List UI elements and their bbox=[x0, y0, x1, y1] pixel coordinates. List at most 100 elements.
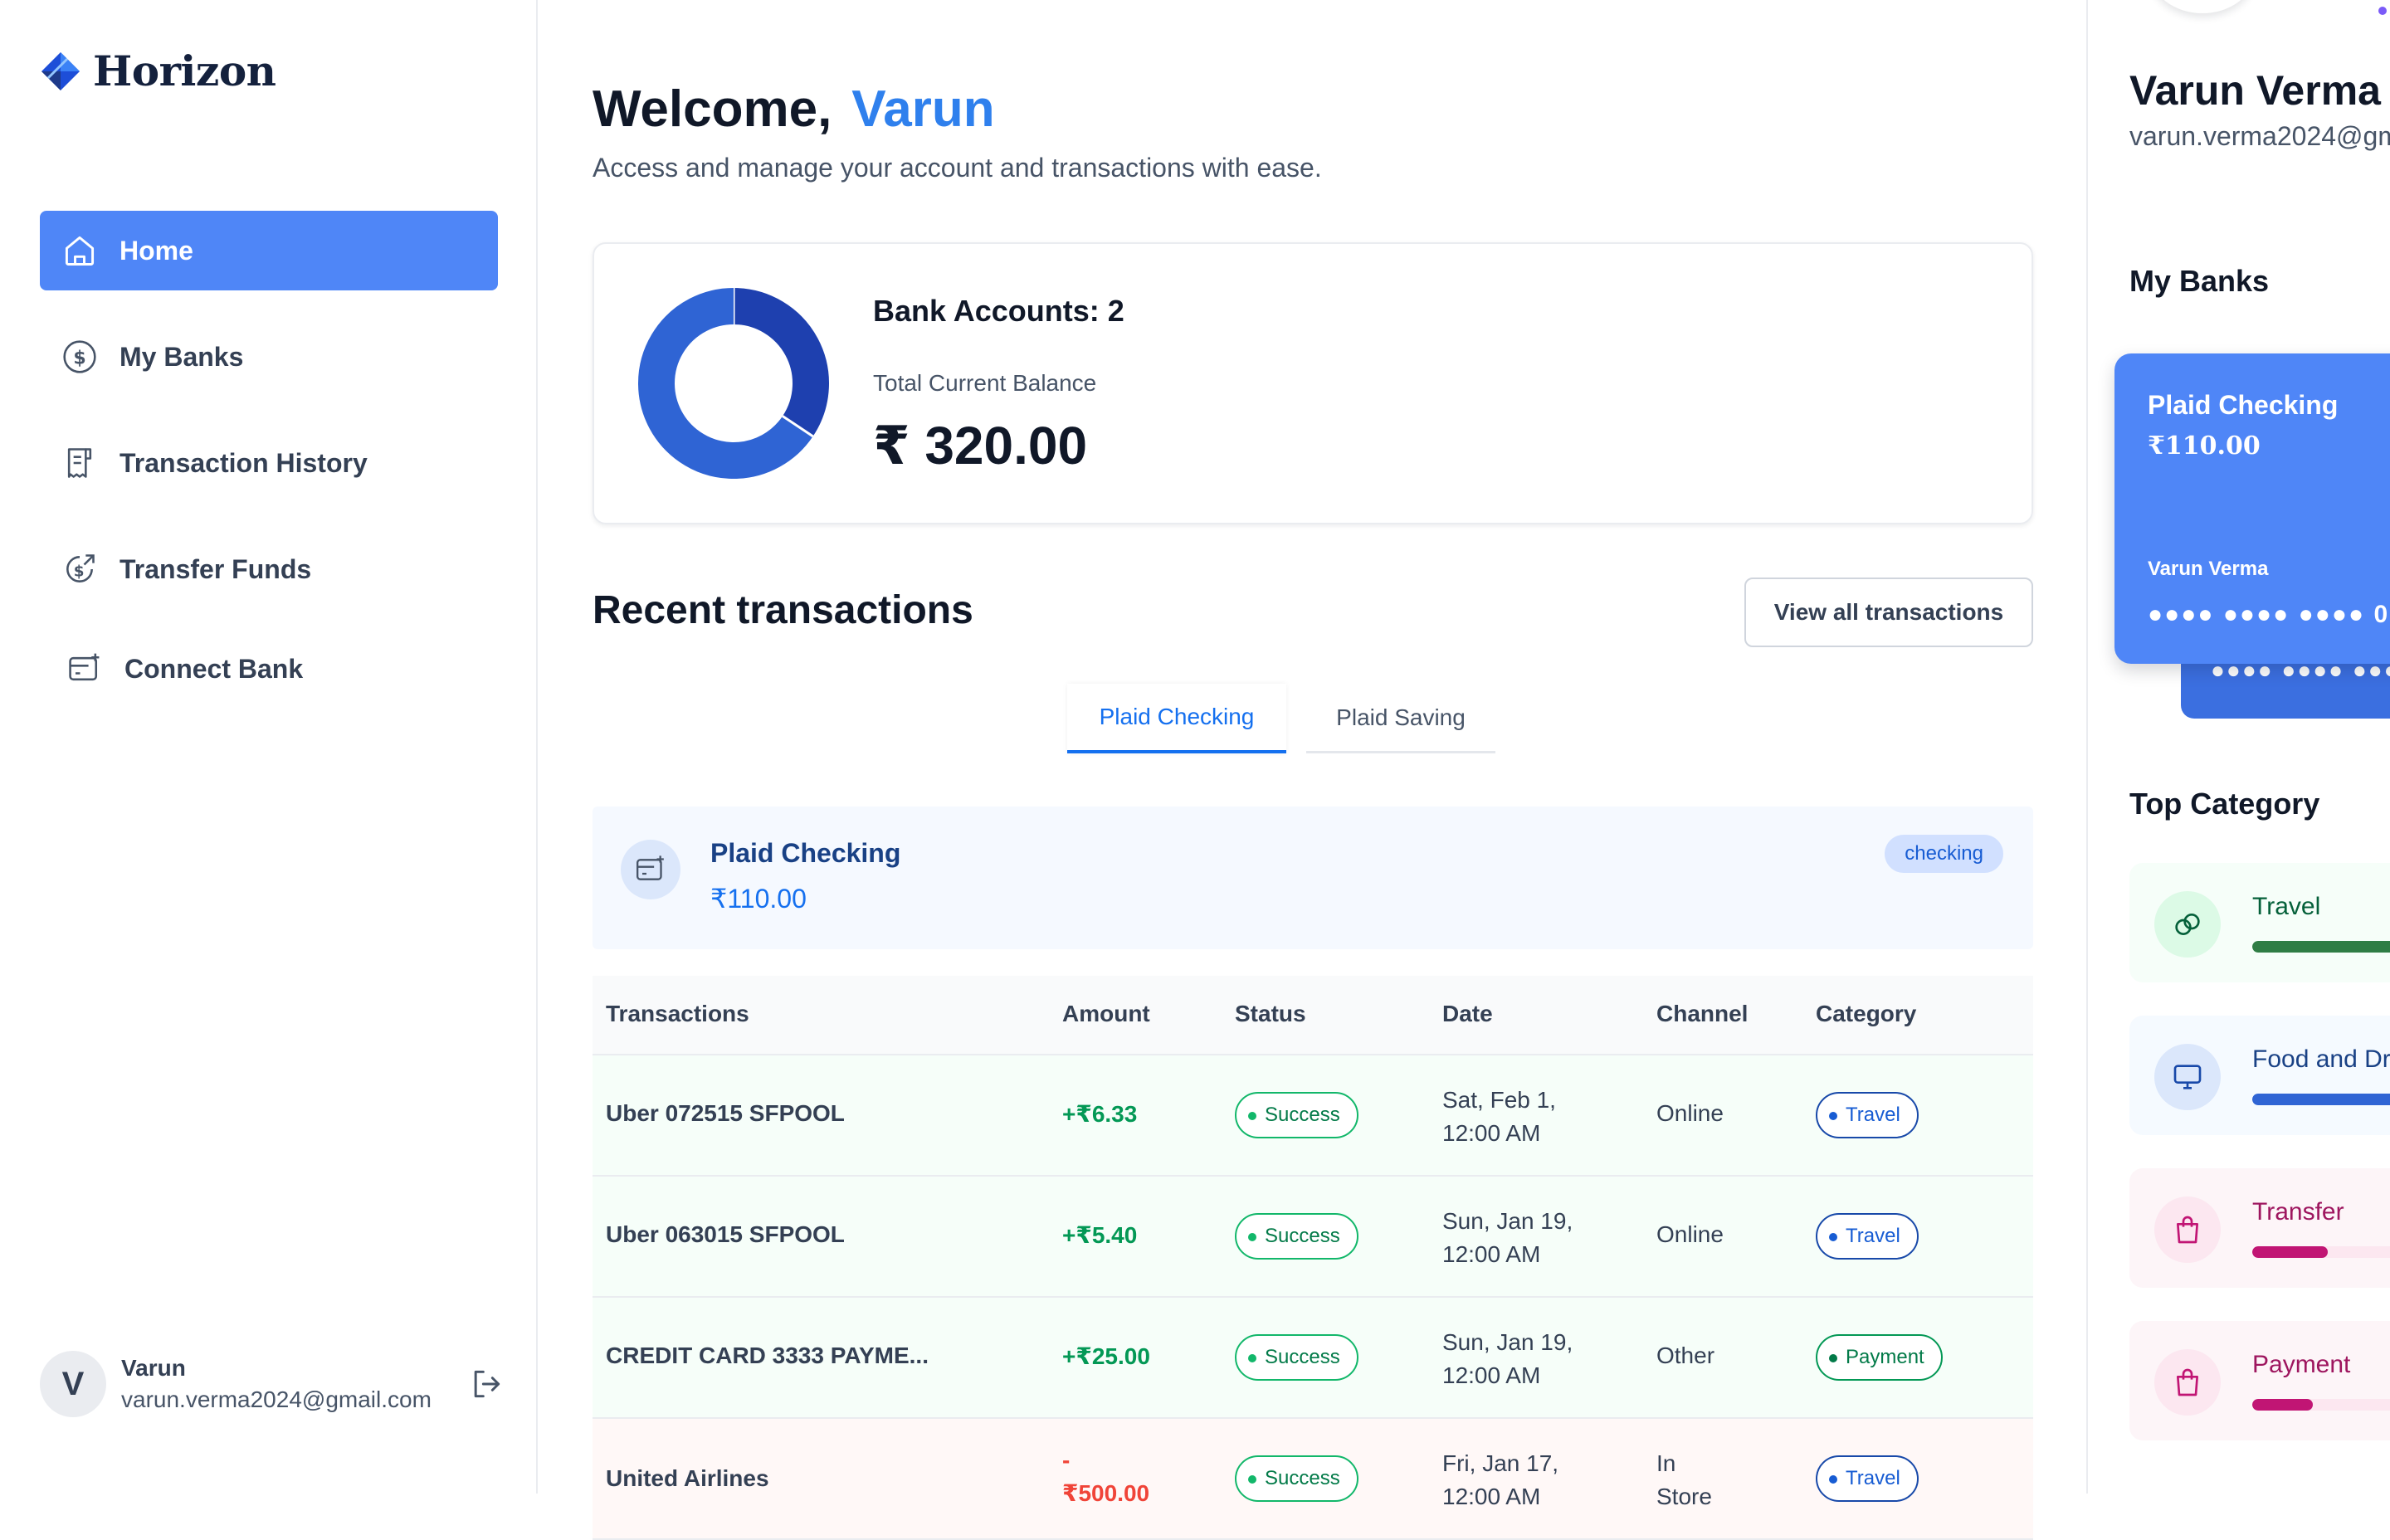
column-header: Amount bbox=[1062, 1001, 1150, 1026]
status-badge: Success bbox=[1235, 1213, 1358, 1260]
app-name: Horizon bbox=[93, 46, 276, 95]
bank-info-card: Plaid Checking ₹110.00 checking bbox=[593, 807, 2033, 949]
total-balance-amount: ₹ 320.00 bbox=[873, 416, 1088, 475]
avatar[interactable]: V bbox=[40, 1351, 106, 1417]
total-balance-card: Bank Accounts: 2 Total Current Balance ₹… bbox=[593, 242, 2033, 524]
sidebar-user: V Varun varun.verma2024@gmail.com bbox=[40, 1344, 505, 1424]
column-header: Status bbox=[1235, 1001, 1306, 1026]
category-card[interactable]: Transfer bbox=[2129, 1168, 2390, 1288]
money-send-icon: $ bbox=[60, 549, 100, 589]
category-label: Food and Drink bbox=[2252, 1045, 2390, 1073]
view-all-transactions-button[interactable]: View all transactions bbox=[1744, 578, 2033, 647]
transaction-channel: Online bbox=[1656, 1100, 1724, 1126]
recent-transactions-title: Recent transactions bbox=[593, 588, 973, 632]
status-badge: Success bbox=[1235, 1334, 1358, 1381]
sidebar-item-transaction-history[interactable]: Transaction History bbox=[40, 423, 498, 503]
sidebar-item-label: My Banks bbox=[120, 341, 244, 372]
category-progress-bar bbox=[2252, 1246, 2390, 1258]
category-progress-bar bbox=[2252, 1094, 2390, 1105]
table-row[interactable]: Uber 063015 SFPOOL +₹5.40 Success Sun, J… bbox=[593, 1177, 2033, 1298]
category-progress-fill bbox=[2252, 1246, 2328, 1258]
balance-donut-chart bbox=[638, 288, 829, 479]
transaction-amount: - ₹500.00 bbox=[1062, 1444, 1149, 1510]
sidebar-item-label: Connect Bank bbox=[124, 653, 304, 684]
welcome-greeting: Welcome, bbox=[593, 80, 832, 138]
category-card[interactable]: Food and Drink bbox=[2129, 1016, 2390, 1135]
transaction-date: Sun, Jan 19, 12:00 AM bbox=[1442, 1205, 1573, 1271]
date-time: 12:00 AM bbox=[1442, 1484, 1541, 1509]
sidebar-item-label: Transaction History bbox=[120, 447, 368, 478]
card-add-icon bbox=[65, 649, 105, 689]
svg-text:$: $ bbox=[74, 563, 85, 580]
transactions-table: Transactions Amount Status Date Channel … bbox=[593, 976, 2033, 1540]
date-time: 12:00 AM bbox=[1442, 1241, 1541, 1267]
receipt-icon bbox=[60, 443, 100, 483]
category-label: Payment bbox=[2252, 1351, 2351, 1378]
svg-text:$: $ bbox=[73, 348, 85, 368]
dollar-circle-icon: $ bbox=[60, 337, 100, 377]
date-day: Fri, Jan 17, bbox=[1442, 1450, 1559, 1476]
transaction-channel: In Store bbox=[1656, 1447, 1712, 1513]
tab-plaid-checking[interactable]: Plaid Checking bbox=[1067, 684, 1286, 753]
sidebar-item-connect-bank[interactable]: Connect Bank bbox=[40, 629, 498, 709]
horizon-logo-icon bbox=[41, 51, 80, 90]
profile-avatar[interactable] bbox=[2151, 0, 2254, 13]
user-name: Varun bbox=[121, 1355, 186, 1381]
column-header: Category bbox=[1816, 1001, 1917, 1026]
bag-icon bbox=[2154, 1196, 2221, 1263]
transaction-amount: +₹5.40 bbox=[1062, 1222, 1138, 1248]
status-badge: Success bbox=[1235, 1092, 1358, 1138]
sidebar-item-my-banks[interactable]: $ My Banks bbox=[40, 317, 498, 397]
channel-line: Store bbox=[1656, 1484, 1712, 1509]
bag-icon bbox=[2154, 1349, 2221, 1416]
transaction-date: Sun, Jan 19, 12:00 AM bbox=[1442, 1326, 1573, 1392]
sidebar-item-label: Transfer Funds bbox=[120, 553, 312, 584]
account-type-badge: checking bbox=[1885, 835, 2003, 873]
column-header: Date bbox=[1442, 1001, 1493, 1026]
bank-name: Plaid Checking bbox=[710, 838, 901, 868]
card-add-icon bbox=[621, 840, 680, 899]
category-label: Travel bbox=[2252, 893, 2321, 920]
profile-email: varun.verma2024@gmail.com bbox=[2129, 121, 2390, 151]
table-row[interactable]: CREDIT CARD 3333 PAYME... +₹25.00 Succes… bbox=[593, 1298, 2033, 1419]
status-dot bbox=[2378, 7, 2387, 15]
logout-icon[interactable] bbox=[468, 1366, 505, 1406]
category-badge: Travel bbox=[1816, 1213, 1919, 1260]
category-progress-fill bbox=[2252, 1094, 2390, 1105]
transaction-channel: Online bbox=[1656, 1221, 1724, 1247]
sidebar-item-transfer-funds[interactable]: $ Transfer Funds bbox=[40, 529, 498, 609]
date-day: Sun, Jan 19, bbox=[1442, 1329, 1573, 1355]
transaction-name: CREDIT CARD 3333 PAYME... bbox=[606, 1343, 929, 1368]
table-row[interactable]: United Airlines - ₹500.00 Success Fri, Ja… bbox=[593, 1419, 2033, 1540]
date-day: Sat, Feb 1, bbox=[1442, 1087, 1556, 1113]
profile-name: Varun Verma bbox=[2129, 67, 2381, 114]
category-label: Transfer bbox=[2252, 1198, 2344, 1226]
right-sidebar: Varun Verma varun.verma2024@gmail.com My… bbox=[2086, 0, 2390, 1494]
date-time: 12:00 AM bbox=[1442, 1362, 1541, 1388]
table-row[interactable]: Uber 072515 SFPOOL +₹6.33 Success Sat, F… bbox=[593, 1055, 2033, 1177]
top-category-title: Top Category bbox=[2129, 787, 2320, 821]
card-number: ●●●● ●●●● ●●●● 0000 bbox=[2148, 601, 2390, 628]
main-content: Welcome, Varun Access and manage your acc… bbox=[539, 0, 2085, 1540]
app-logo[interactable]: Horizon bbox=[40, 46, 276, 95]
category-card[interactable]: Payment bbox=[2129, 1321, 2390, 1440]
transaction-amount: +₹25.00 bbox=[1062, 1343, 1150, 1369]
my-banks-title: My Banks bbox=[2129, 264, 2270, 298]
card-bank-name: Plaid Checking bbox=[2148, 390, 2339, 420]
travel-icon bbox=[2154, 891, 2221, 958]
date-time: 12:00 AM bbox=[1442, 1120, 1541, 1146]
sidebar-item-label: Home bbox=[120, 235, 193, 266]
page-subtitle: Access and manage your account and trans… bbox=[593, 153, 1322, 183]
bank-accounts-count: Bank Accounts: 2 bbox=[873, 294, 1124, 328]
category-badge: Travel bbox=[1816, 1092, 1919, 1138]
sidebar-item-home[interactable]: Home bbox=[40, 211, 498, 290]
category-badge: Payment bbox=[1816, 1334, 1943, 1381]
tab-plaid-saving[interactable]: Plaid Saving bbox=[1306, 684, 1495, 753]
category-card[interactable]: Travel bbox=[2129, 863, 2390, 982]
column-header: Channel bbox=[1656, 1001, 1749, 1026]
total-balance-label: Total Current Balance bbox=[873, 370, 1097, 396]
sidebar: Horizon Home $ My Banks Transaction Hist… bbox=[0, 0, 538, 1494]
transaction-name: Uber 072515 SFPOOL bbox=[606, 1100, 845, 1126]
bank-card[interactable]: Plaid Checking ₹110.00 Varun Verma ●●●● … bbox=[2114, 353, 2390, 664]
status-badge: Success bbox=[1235, 1455, 1358, 1502]
